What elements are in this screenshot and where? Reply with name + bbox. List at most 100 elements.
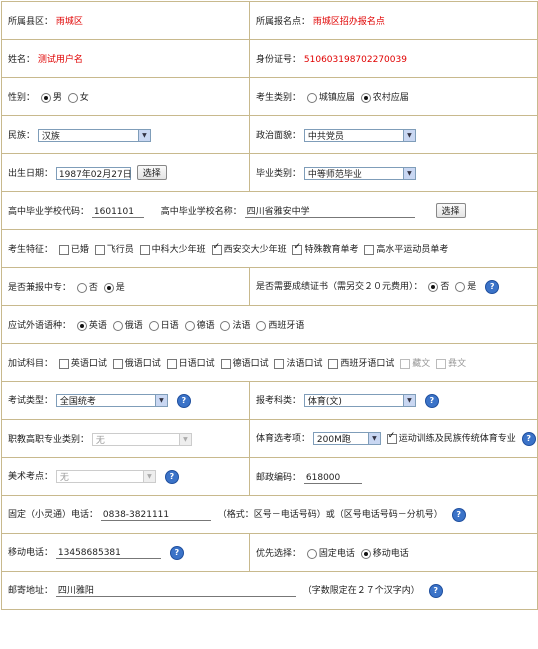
name-cell: 姓名： 测试用户名 [1,39,250,78]
examinee-type-cell: 考生类别： 城镇应届 农村应届 [249,77,538,116]
major-cell: 职教高职专业类别： 无 ▼ [1,419,250,458]
language-german-radio[interactable] [184,320,195,331]
vocational-yes-radio[interactable] [103,282,114,293]
feature-pilot-checkbox[interactable] [94,244,105,255]
school-cell: 高中毕业学校代码： 1601101 高中毕业学校名称： 四川省雅安中学 选择 [1,191,538,230]
address-input[interactable]: 四川雅阳 [55,584,296,598]
language-japanese-text: 日语 [160,321,179,331]
language-english-radio[interactable] [76,320,87,331]
postcode-input[interactable]: 618000 [303,471,362,484]
examinee-type-rural-radio[interactable] [360,92,371,103]
politics-select[interactable]: 中共党员 ▼ [303,128,416,142]
extra-cell: 加试科目： 英语口试 俄语口试 日语口试 德语口试 法语口试 西班牙语口试 藏文… [1,343,538,382]
extra-russian-checkbox[interactable] [112,358,123,369]
idcard-value: 510603198702270039 [303,55,407,65]
extra-japanese-checkbox[interactable] [166,358,177,369]
subject-select[interactable]: 体育(文) ▼ [303,394,416,408]
name-value: 测试用户名 [37,55,83,65]
transcript-yes-radio[interactable] [455,281,466,292]
school-code-label: 高中毕业学校代码： [8,207,90,217]
exam-type-select-value: 全国统考 [59,397,96,408]
language-russian-radio[interactable] [112,320,123,331]
gender-female-text: 女 [79,93,89,103]
help-question-icon[interactable]: ? [451,507,466,522]
extra-russian-text: 俄语口试 [124,359,161,369]
birth-select-button[interactable]: 选择 [136,165,167,180]
subject-select-value: 体育(文) [307,397,342,408]
subject-cell: 报考科类： 体育(文) ▼ ? [249,381,538,420]
language-japanese-radio[interactable] [148,320,159,331]
gender-male-radio[interactable] [40,92,51,103]
grad-type-label: 毕业类别： [256,168,302,179]
feature-special-edu-checkbox[interactable] [292,242,303,255]
extra-spanish-text: 西班牙语口试 [340,359,395,369]
name-label: 姓名： [8,55,36,65]
ethnicity-cell: 民族： 汉族 ▼ [1,115,250,154]
help-question-icon[interactable]: ? [485,279,500,294]
examinee-type-urban-radio[interactable] [306,92,317,103]
feature-athlete-checkbox[interactable] [364,244,375,255]
site-cell: 所属报名点： 雨城区招办报名点 [249,1,538,40]
registration-form: 所属县区： 雨城区 所属报名点： 雨城区招办报名点 姓名： 测试用户名 身份证号… [1,1,538,610]
vocational-label: 是否兼报中专： [8,283,72,293]
help-question-icon[interactable]: ? [521,431,536,446]
extra-spanish-checkbox[interactable] [328,358,339,369]
feature-xjtu-checkbox[interactable] [211,242,222,255]
sport-select[interactable]: 200M跑 ▼ [312,432,381,446]
feature-ustc-checkbox[interactable] [139,244,150,255]
language-label: 应试外语语种： [8,321,72,331]
extra-german-text: 德语口试 [232,359,269,369]
mobile-input[interactable]: 13458685381 [55,546,161,560]
chevron-down-icon: ▼ [154,395,167,407]
language-spanish-radio[interactable] [256,320,267,331]
language-cell: 应试外语语种： 英语 俄语 日语 德语 法语 西班牙语 [1,305,538,344]
features-cell: 考生特征： 已婚 飞行员 中科大少年班 西安交大少年班 特殊教育单考 高水平运动… [1,229,538,268]
preferred-landline-radio[interactable] [306,548,317,559]
transcript-no-text: 否 [440,282,450,293]
chevron-down-icon: ▼ [402,129,415,141]
extra-german-checkbox[interactable] [220,358,231,369]
school-name-input[interactable]: 四川省雅安中学 [244,205,415,218]
examinee-type-urban-text: 城镇应届 [318,93,355,103]
transcript-no-radio[interactable] [428,281,439,292]
language-french-radio[interactable] [220,320,231,331]
extra-yi-text: 彝文 [448,359,467,369]
preferred-mobile-text: 移动电话 [372,549,409,559]
county-value: 雨城区 [55,17,83,27]
politics-label: 政治面貌： [256,130,302,141]
school-select-button[interactable]: 选择 [435,203,466,218]
vocational-no-radio[interactable] [76,282,87,293]
language-french-text: 法语 [232,321,251,331]
idcard-label: 身份证号： [256,55,302,65]
chevron-down-icon: ▼ [142,471,155,483]
exam-type-select[interactable]: 全国统考 ▼ [55,394,168,408]
extra-english-checkbox[interactable] [58,358,69,369]
sport-major-checkbox[interactable] [386,431,397,444]
help-question-icon[interactable]: ? [169,545,184,560]
mobile-cell: 移动电话： 13458685381 ? [1,533,250,572]
examinee-type-rural-text: 农村应届 [372,93,409,103]
feature-married-checkbox[interactable] [58,244,69,255]
birth-input[interactable]: 1987年02月27日 [55,167,132,180]
phone-input[interactable]: 0838-3821111 [100,508,211,522]
gender-female-radio[interactable] [67,92,78,103]
extra-french-checkbox[interactable] [274,358,285,369]
feature-married-text: 已婚 [70,245,89,255]
help-question-icon[interactable]: ? [164,469,179,484]
grad-type-select[interactable]: 中等师范毕业 ▼ [303,166,416,180]
art-cell: 美术考点： 无 ▼ ? [1,457,250,496]
art-select: 无 ▼ [55,470,156,484]
feature-athlete-text: 高水平运动员单考 [376,245,449,255]
ethnicity-select-value: 汉族 [41,131,60,142]
help-question-icon[interactable]: ? [424,393,439,408]
ethnicity-select[interactable]: 汉族 ▼ [37,128,151,142]
address-label: 邮寄地址： [8,586,54,597]
sport-major-text: 运动训练及民族传统体育专业 [398,434,516,445]
preferred-landline-text: 固定电话 [318,549,355,559]
postcode-cell: 邮政编码： 618000 [249,457,538,496]
transcript-yes-text: 是 [467,282,477,293]
preferred-mobile-radio[interactable] [360,548,371,559]
help-question-icon[interactable]: ? [176,393,191,408]
help-question-icon[interactable]: ? [428,583,443,598]
school-code-input[interactable]: 1601101 [91,205,144,218]
